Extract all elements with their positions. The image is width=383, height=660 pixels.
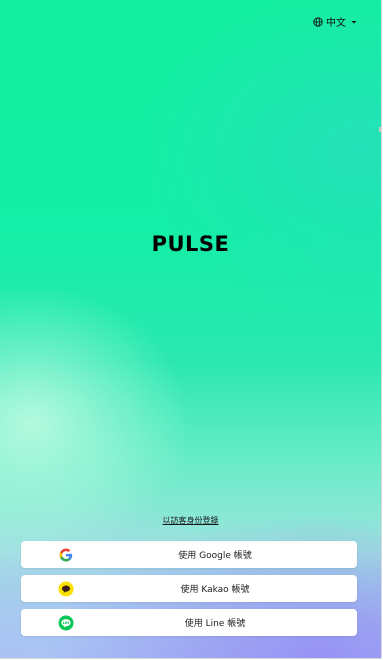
kakao-icon — [58, 581, 74, 597]
globe-icon — [313, 16, 323, 27]
guest-login-link[interactable]: 以訪客身份登錄 — [0, 515, 381, 526]
app-logo: PULSE — [151, 232, 230, 256]
line-icon — [58, 615, 74, 631]
kakao-login-button[interactable]: 使用 Kakao 帳號 — [21, 575, 357, 602]
google-login-button[interactable]: 使用 Google 帳號 — [21, 541, 357, 568]
chevron-down-icon — [349, 18, 359, 26]
login-screen: 中文 PULSE 以訪客身份登錄 使用 Google 帳號 使用 Kakao 帳… — [0, 0, 382, 659]
google-icon — [58, 547, 74, 563]
language-label: 中文 — [326, 18, 346, 29]
line-login-button[interactable]: 使用 Line 帳號 — [21, 609, 357, 636]
language-selector[interactable]: 中文 — [313, 14, 359, 29]
scrollbar-marker — [379, 127, 381, 132]
